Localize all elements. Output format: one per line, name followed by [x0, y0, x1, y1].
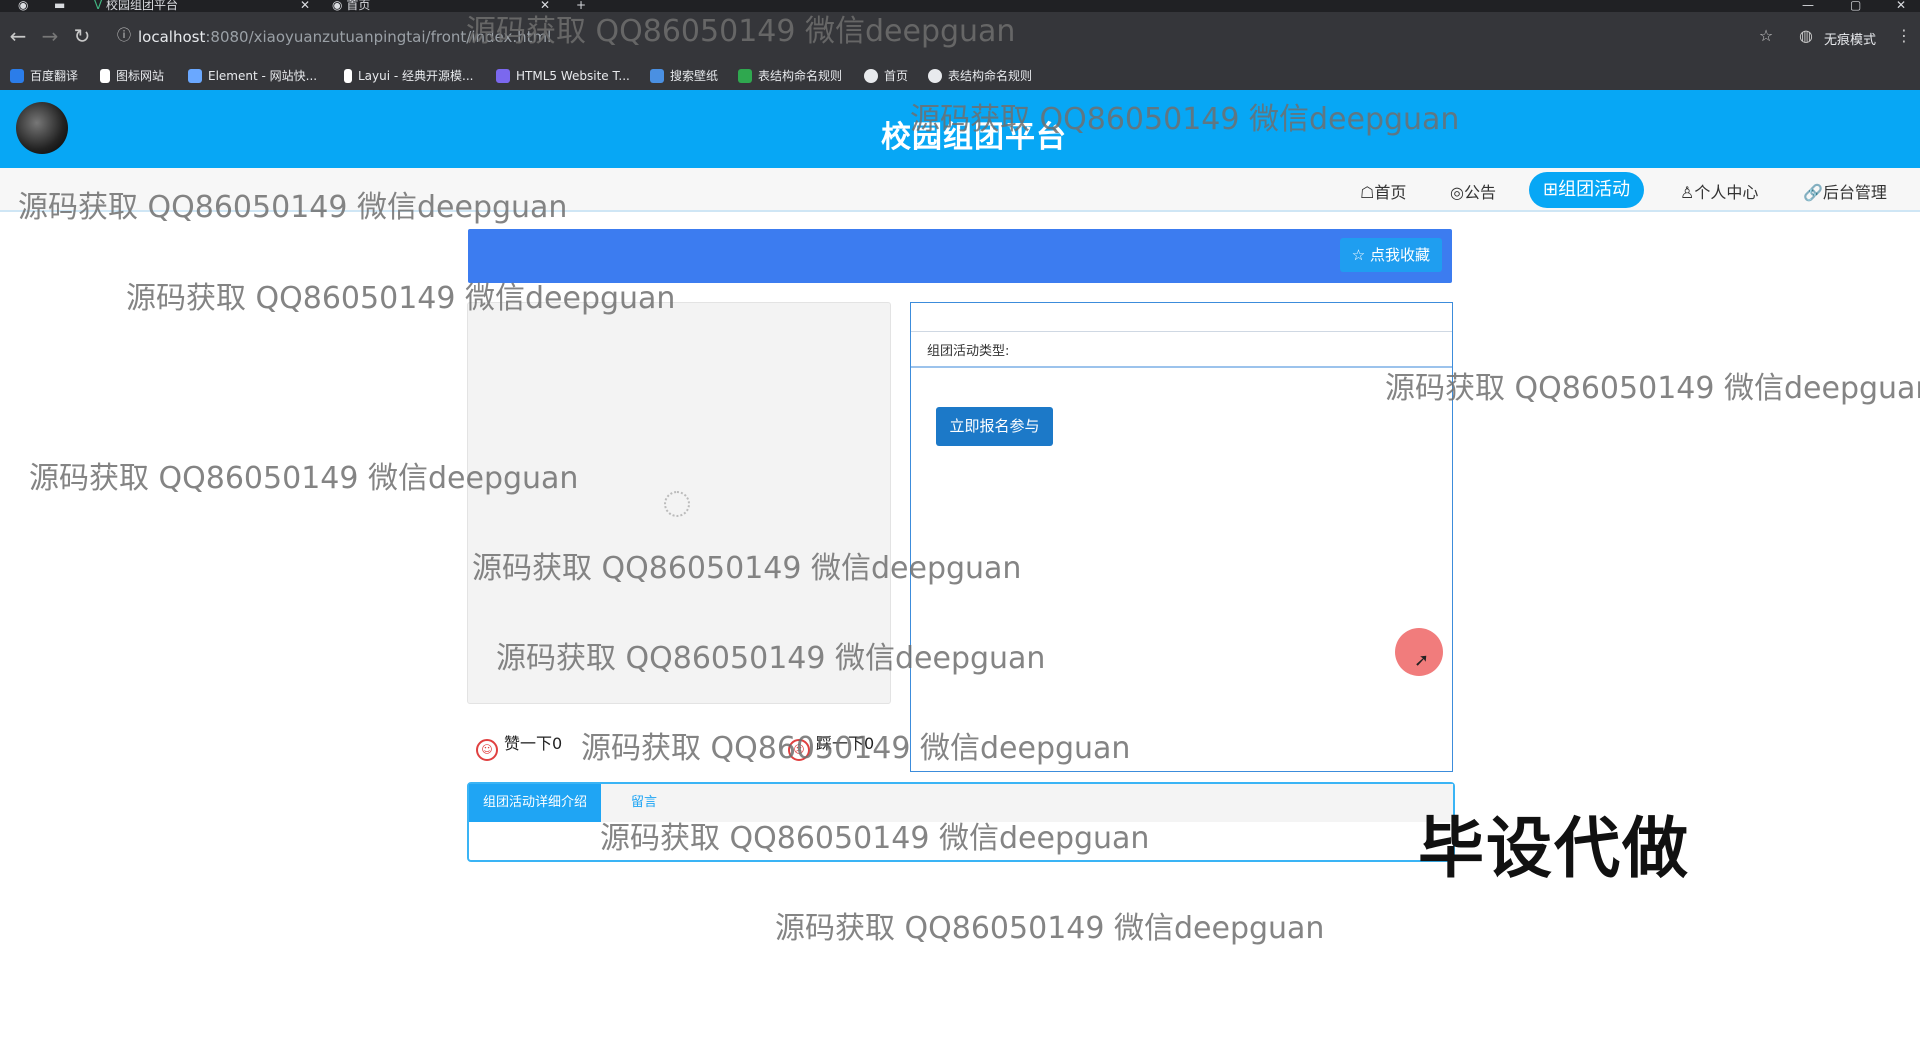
star-icon[interactable]: ☆ [1754, 24, 1778, 48]
layui-icon [344, 69, 352, 83]
globe-icon: ◉ [332, 0, 343, 12]
watermark-text: 源码获取 QQ86050149 微信deepguan [496, 641, 1046, 676]
incognito-icon: ◍ [1799, 26, 1813, 45]
bookmark-html5-templates[interactable]: HTML5 Website T... [496, 66, 630, 86]
globe-icon [928, 69, 942, 83]
incognito-label[interactable]: 无痕模式 [1824, 29, 1876, 48]
bookmark-layui[interactable]: Layui - 经典开源模... [344, 66, 473, 86]
site-info-icon[interactable]: ⓘ [112, 24, 136, 48]
watermark-text: 源码获取 QQ86050149 微信deepguan [466, 14, 1016, 49]
html5-icon [496, 69, 510, 83]
forward-icon[interactable]: → [38, 24, 62, 48]
watermark-text: 源码获取 QQ86050149 微信deepguan [126, 281, 676, 316]
watermark-text: 源码获取 QQ86050149 微信deepguan [1385, 371, 1920, 406]
mouse-pointer-icon: ➚ [1414, 650, 1430, 671]
watermark-text: 源码获取 QQ86050149 微信deepguan [910, 102, 1460, 137]
watermark-text: 源码获取 QQ86050149 微信deepguan [18, 190, 568, 225]
bookmarks-bar: 百度翻译 图标网站 Element - 网站快... Layui - 经典开源模… [0, 62, 1920, 90]
promo-stamp-text: 毕设代做 [1418, 810, 1690, 887]
vue-icon: V [94, 0, 103, 12]
nav-group-activities[interactable]: ⊞组团活动 [1529, 172, 1645, 208]
reload-icon[interactable]: ↻ [70, 24, 94, 48]
window-icon[interactable]: ▬ [54, 0, 68, 12]
favorite-button[interactable]: ☆ 点我收藏 [1339, 238, 1442, 272]
close-icon[interactable]: ✕ [300, 0, 310, 11]
activity-type-label: 组团活动类型: [927, 344, 1010, 359]
bookmark-naming-rules[interactable]: 表结构命名规则 [738, 66, 842, 86]
watermark-text: 源码获取 QQ86050149 微信deepguan [472, 551, 1022, 586]
nav-home[interactable]: ☖首页 [1360, 176, 1406, 210]
nav-announcements[interactable]: ◎公告 [1450, 176, 1496, 210]
nav-personal-center[interactable]: ♙个人中心 [1680, 176, 1758, 210]
like-button[interactable]: ☺ 赞一下0 [476, 733, 562, 761]
watermark-text: 源码获取 QQ86050149 微信deepguan [581, 731, 1131, 766]
watermark-text: 源码获取 QQ86050149 微信deepguan [29, 461, 579, 496]
bookmark-baidu-translate[interactable]: 百度翻译 [10, 66, 78, 86]
translate-icon [10, 69, 24, 83]
loading-spinner-icon [664, 491, 690, 517]
signup-button[interactable]: 立即报名参与 [936, 407, 1053, 446]
bookmark-naming-rules-2[interactable]: 表结构命名规则 [928, 66, 1032, 86]
watermark-text: 源码获取 QQ86050149 微信deepguan [600, 821, 1150, 856]
activity-info-panel: 组团活动类型: 立即报名参与 ➚ [910, 302, 1453, 772]
watermark-text: 源码获取 QQ86050149 微信deepguan [775, 911, 1325, 946]
smile-icon: ☺ [476, 739, 498, 761]
element-icon [188, 69, 202, 83]
activity-type-row: 组团活动类型: [911, 331, 1452, 368]
wallpaper-icon [650, 69, 664, 83]
kebab-menu-icon[interactable]: ⋮ [1892, 24, 1916, 48]
maximize-icon[interactable]: ▢ [1850, 0, 1861, 11]
bookmark-icon-site[interactable]: 图标网站 [100, 66, 164, 86]
chrome-menu-icon[interactable]: ◉ [18, 0, 32, 12]
flag-icon [100, 69, 110, 83]
globe-icon [864, 69, 878, 83]
bookmark-wallpaper-search[interactable]: 搜索壁纸 [650, 66, 718, 86]
sheet-icon [738, 69, 752, 83]
tab-campus-platform[interactable]: V 校园组团平台 [94, 0, 294, 12]
nav-admin[interactable]: 🔗后台管理 [1803, 176, 1887, 210]
bookmark-element[interactable]: Element - 网站快... [188, 66, 317, 86]
back-icon[interactable]: ← [6, 24, 30, 48]
tab-activity-description[interactable]: 组团活动详细介绍 [469, 784, 602, 822]
window-close-icon[interactable]: ✕ [1896, 0, 1906, 11]
bookmark-home[interactable]: 首页 [864, 66, 908, 86]
minimize-icon[interactable]: — [1802, 0, 1814, 11]
